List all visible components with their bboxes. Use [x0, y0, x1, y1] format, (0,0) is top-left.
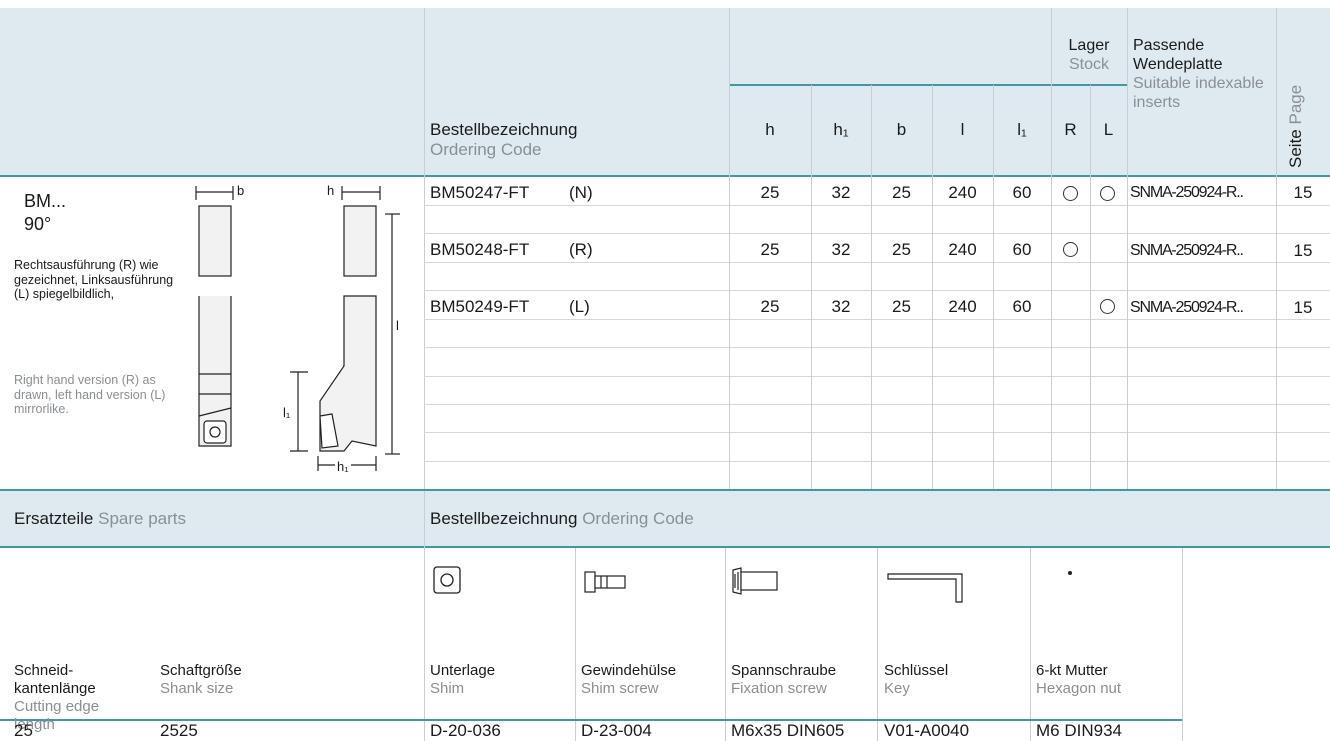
tool-name: BM... 90° — [24, 191, 67, 234]
stock-l-header: L — [1103, 120, 1114, 139]
value-h: 25 — [760, 240, 780, 259]
variant: (N) — [569, 183, 593, 202]
tool-note-de: Rechtsausführung (R) wie gezeichnet, Lin… — [14, 258, 174, 301]
shim-screw-icon — [584, 571, 626, 593]
value-h: 25 — [760, 183, 780, 202]
ordering-code: BM50247-FT — [430, 183, 530, 202]
shim-icon — [433, 566, 461, 594]
ordering-code-header: Bestellbezeichnung Ordering Code — [430, 120, 578, 159]
page-number: 15 — [1293, 183, 1313, 202]
part-shim-screw-label: Gewindehülse Shim screw — [581, 662, 677, 697]
part-key-label: Schlüssel Key — [884, 662, 949, 697]
insert-code: SNMA-250924-R.. — [1130, 184, 1244, 201]
part-hexagon-nut-value: M6 DIN934 — [1036, 721, 1122, 740]
value-b: 25 — [892, 240, 911, 259]
value-h: 25 — [760, 297, 780, 316]
stock-header: Lager Stock — [1068, 37, 1110, 73]
part-shim-value: D-20-036 — [430, 721, 501, 740]
insert-code: SNMA-250924-R.. — [1130, 242, 1244, 259]
insert-code: SNMA-250924-R.. — [1130, 299, 1244, 316]
dim-l-label: l — [396, 318, 399, 333]
col-l-header: l — [960, 120, 965, 139]
part-shim-screw-value: D-23-004 — [581, 721, 652, 740]
dim-b-label: b — [237, 183, 245, 198]
part-hexagon-nut-label: 6-kt Mutter Hexagon nut — [1036, 662, 1122, 697]
col-h-header: h — [765, 120, 775, 139]
value-b: 25 — [892, 183, 911, 202]
inserts-header: Passende Wendeplatte Suitable indexable … — [1133, 37, 1264, 111]
part-fixation-screw-label: Spannschraube Fixation screw — [731, 662, 837, 697]
variant: (R) — [569, 240, 593, 259]
value-l: 240 — [948, 183, 977, 202]
spare-header-rule — [0, 546, 1330, 548]
dim-h-label: h — [327, 183, 335, 198]
variant: (L) — [569, 297, 590, 316]
table-header — [0, 8, 1330, 176]
shank-size-label: Schaftgröße Shank size — [160, 662, 242, 697]
page-header: Seite Page — [1286, 84, 1305, 168]
tool-drawing — [195, 186, 400, 471]
value-b: 25 — [892, 297, 911, 316]
header-mid-rule — [729, 84, 1127, 86]
ordering-code: BM50248-FT — [430, 240, 530, 259]
key-icon — [887, 573, 963, 603]
spare-title: Ersatzteile Spare parts — [14, 509, 186, 528]
stock-l-indicator — [1100, 299, 1115, 314]
hexagon-nut-icon — [1068, 571, 1072, 575]
value-h1: 32 — [831, 240, 851, 259]
col-h1-header: h₁ — [833, 120, 849, 139]
value-l1: 60 — [1012, 183, 1032, 202]
stock-l-indicator — [1100, 186, 1115, 201]
part-shim-label: Unterlage Shim — [430, 662, 496, 697]
part-key-value: V01-A0040 — [884, 721, 970, 740]
stock-r-indicator — [1063, 242, 1078, 257]
ordering-code: BM50249-FT — [430, 297, 530, 316]
cutting-edge-value: 25 — [14, 721, 33, 740]
value-h1: 32 — [831, 297, 851, 316]
page-number: 15 — [1293, 241, 1313, 260]
value-l1: 60 — [1012, 297, 1032, 316]
value-h1: 32 — [831, 183, 851, 202]
value-l: 240 — [948, 240, 977, 259]
stock-r-indicator — [1063, 186, 1078, 201]
value-l1: 60 — [1012, 240, 1032, 259]
value-l: 240 — [948, 297, 977, 316]
fixation-screw-icon — [732, 567, 778, 595]
stock-r-header: R — [1064, 120, 1077, 139]
tool-note-en: Right hand version (R) as drawn, left ha… — [14, 373, 166, 416]
page-number: 15 — [1293, 298, 1313, 317]
part-fixation-screw-value: M6x35 DIN605 — [731, 721, 845, 740]
col-b-header: b — [896, 120, 907, 139]
shank-size-value: 2525 — [160, 721, 198, 740]
col-l1-header: l₁ — [1017, 120, 1027, 139]
dim-h1-label: h₁ — [335, 459, 351, 474]
spare-code-title: Bestellbezeichnung Ordering Code — [430, 509, 694, 528]
dim-l1-label: l₁ — [283, 405, 291, 420]
